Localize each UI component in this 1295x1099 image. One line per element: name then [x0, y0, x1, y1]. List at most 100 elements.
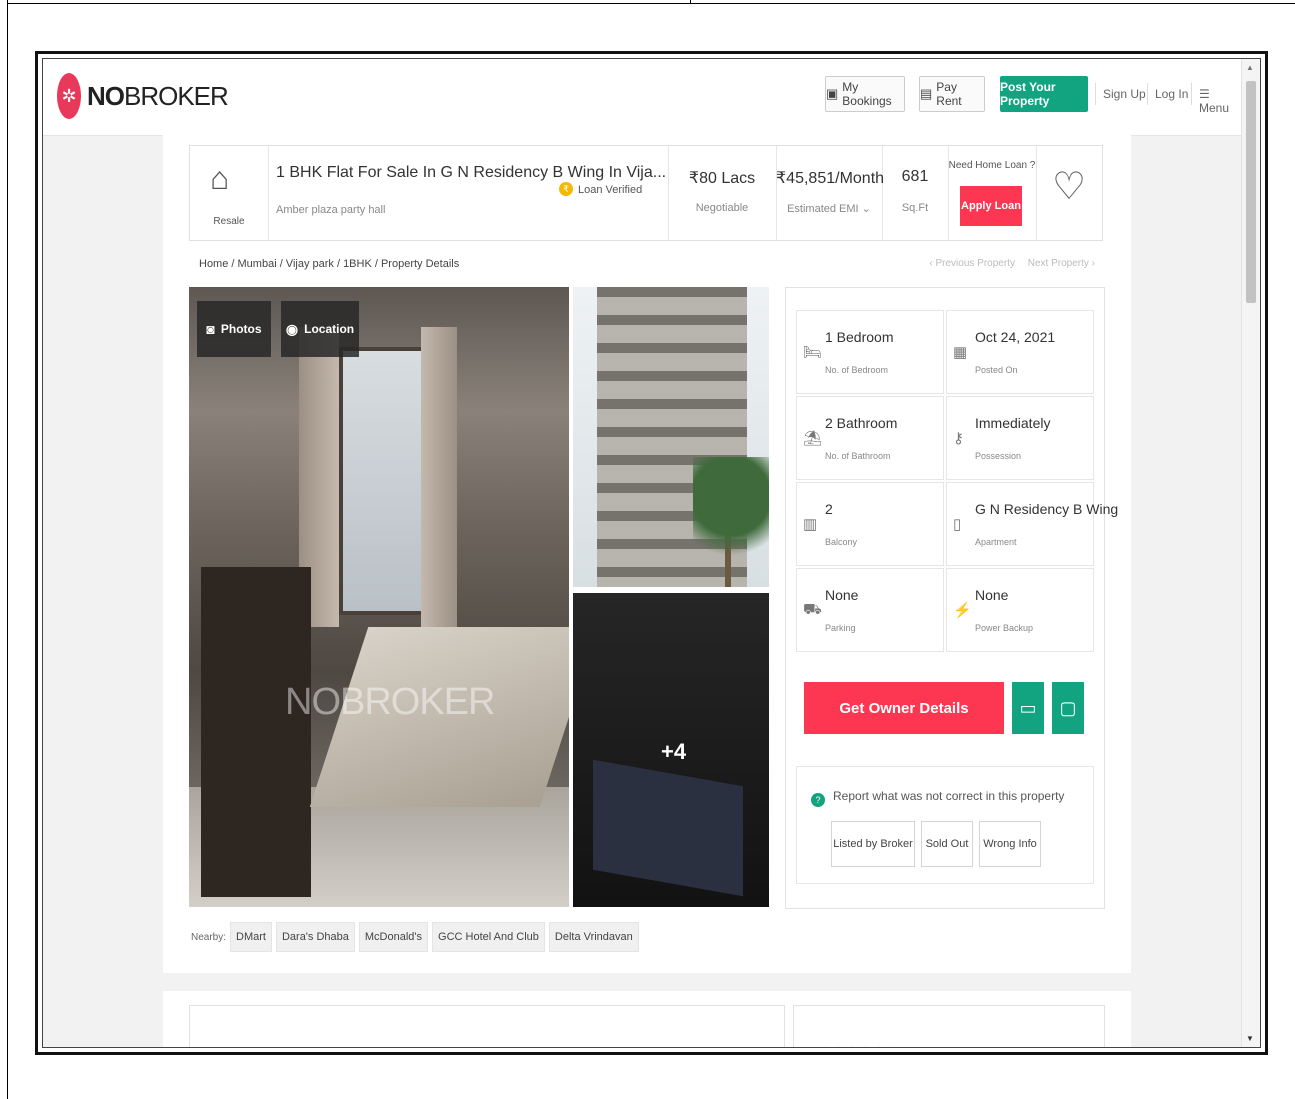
spec-power-backup: ⚡ None Power Backup — [946, 568, 1094, 652]
sold-out-button[interactable]: Sold Out — [921, 821, 973, 867]
spec-parking: ⛟ None Parking — [796, 568, 944, 652]
next-property-link[interactable]: Next Property › — [1028, 258, 1095, 269]
area-cell: 681 Sq.Ft — [882, 146, 949, 240]
compass-icon: ◉ — [285, 320, 299, 337]
document-border-left — [7, 0, 8, 1099]
info-icon: ? — [811, 793, 825, 807]
bedroom-photo[interactable]: +4 — [573, 593, 769, 907]
get-owner-details-button[interactable]: Get Owner Details — [804, 682, 1004, 734]
bath-icon: ⛱ — [803, 430, 823, 447]
spec-bedroom: 🛏 1 Bedroom No. of Bedroom — [796, 310, 944, 394]
spec-possession: ⚷ Immediately Possession — [946, 396, 1094, 480]
chat-button[interactable]: ▢ — [1052, 682, 1084, 734]
resale-badge: ⌂ Resale — [190, 146, 269, 240]
resale-label: Resale — [213, 216, 245, 227]
home-loan-cell: Need Home Loan ? Apply Loan — [948, 146, 1037, 240]
browser-viewport: ✲ NOBROKER ▣ My Bookings ▤ Pay Rent Post Y… — [42, 58, 1261, 1048]
photo-detail — [339, 347, 427, 615]
building-photo[interactable] — [573, 287, 769, 587]
scrollbar-thumb[interactable] — [1246, 81, 1256, 303]
property-header-card: ⌂ Resale 1 BHK Flat For Sale In G N Resi… — [189, 145, 1103, 241]
top-navbar: ✲ NOBROKER ▣ My Bookings ▤ Pay Rent Post Y… — [43, 59, 1242, 136]
screenshot-frame: ✲ NOBROKER ▣ My Bookings ▤ Pay Rent Post Y… — [35, 51, 1268, 1055]
chat-icon: ▢ — [1059, 697, 1077, 718]
nav-divider — [1191, 83, 1192, 105]
previous-property-link[interactable]: ‹ Previous Property — [929, 258, 1015, 269]
balcony-icon: ▥ — [803, 516, 818, 533]
sign-up-link[interactable]: Sign Up — [1103, 87, 1146, 101]
menu-button[interactable]: ☰ Menu — [1199, 87, 1242, 115]
spec-apartment: ▯ G N Residency B Wing Apartment — [946, 482, 1118, 566]
heart-icon[interactable]: ♡ — [1036, 164, 1102, 209]
power-icon: ⚡ — [953, 602, 972, 619]
area-unit: Sq.Ft — [901, 202, 929, 214]
scroll-up-arrow-icon[interactable]: ▲ — [1246, 63, 1254, 72]
price-cell: ₹80 Lacs Negotiable — [668, 146, 777, 240]
photo-detail — [593, 759, 743, 897]
post-property-button[interactable]: Post Your Property — [1000, 76, 1088, 112]
nearby-chip[interactable]: Delta Vrindavan — [548, 922, 639, 952]
section-divider — [163, 973, 1131, 991]
need-home-loan-label: Need Home Loan ? — [948, 160, 1036, 171]
nav-divider — [1095, 83, 1096, 105]
apply-loan-button[interactable]: Apply Loan — [960, 186, 1022, 226]
log-in-link[interactable]: Log In — [1155, 87, 1188, 101]
photo-detail — [201, 567, 311, 897]
main-content: ⌂ Resale 1 BHK Flat For Sale In G N Resi… — [163, 135, 1131, 1047]
document-border-top — [7, 3, 1295, 4]
scroll-down-arrow-icon[interactable]: ▼ — [1246, 1034, 1254, 1043]
card-heading-partial: . . . . . . — [824, 1040, 899, 1048]
nearby-label: Nearby: — [191, 931, 227, 943]
nearby-chip[interactable]: McDonald's — [358, 922, 429, 952]
nav-divider — [1147, 83, 1148, 105]
calendar-icon: ▦ — [953, 344, 968, 361]
listed-by-broker-button[interactable]: Listed by Broker — [831, 821, 915, 867]
breadcrumb[interactable]: Home / Mumbai / Vijay park / 1BHK / Prop… — [199, 258, 459, 270]
bed-icon: 🛏 — [803, 344, 823, 361]
key-icon: ⚷ — [953, 430, 964, 447]
car-icon: ⛟ — [803, 601, 822, 618]
my-bookings-button[interactable]: ▣ My Bookings — [825, 76, 905, 112]
emi-note[interactable]: Estimated EMI ⌄ — [776, 202, 882, 215]
bookings-icon: ▣ — [826, 86, 839, 101]
pay-rent-button[interactable]: ▤ Pay Rent — [919, 76, 985, 112]
schedule-visit-button[interactable]: ▭ — [1012, 682, 1044, 734]
report-box: ? Report what was not correct in this pr… — [796, 766, 1094, 884]
photo-detail — [693, 457, 769, 587]
price-value: ₹80 Lacs — [688, 170, 756, 187]
spec-bathroom: ⛱ 2 Bathroom No. of Bathroom — [796, 396, 944, 480]
nearby-chip[interactable]: DMart — [230, 922, 272, 952]
price-note: Negotiable — [695, 202, 749, 214]
nearby-chip[interactable]: GCC Hotel And Club — [432, 922, 545, 952]
emi-value: ₹45,851/Month — [776, 170, 885, 187]
specs-grid: 🛏 1 Bedroom No. of Bedroom ▦ Oct 24, 202… — [796, 310, 1118, 654]
side-card: . . . . . . — [793, 1005, 1105, 1048]
menu-icon: ☰ — [1199, 87, 1210, 101]
photos-button[interactable]: ◙ Photos — [197, 301, 271, 357]
house-icon: ⌂ — [210, 160, 230, 196]
property-details-card: 🛏 1 Bedroom No. of Bedroom ▦ Oct 24, 202… — [785, 287, 1118, 909]
report-text: Report what was not correct in this prop… — [833, 789, 1065, 803]
area-value: 681 — [901, 168, 929, 185]
building-icon: ▯ — [953, 516, 962, 533]
emi-cell[interactable]: ₹45,851/Month Estimated EMI ⌄ — [776, 146, 885, 240]
location-button[interactable]: ◉ Location — [281, 301, 359, 357]
more-photos-count[interactable]: +4 — [661, 739, 686, 765]
photo-watermark: NOBROKER — [285, 681, 495, 723]
document-column-divider — [690, 0, 691, 4]
vertical-scrollbar[interactable]: ▲ ▼ — [1241, 59, 1260, 1047]
nearby-chip[interactable]: Dara's Dhaba — [275, 922, 355, 952]
main-photo[interactable]: NOBROKER ◙ Photos ◉ Location — [189, 287, 569, 907]
logo-mark-icon: ✲ — [57, 73, 81, 119]
loan-verified-label: Loan Verified — [578, 184, 643, 196]
loan-verified-icon: ₹ — [559, 182, 573, 196]
nobroker-logo[interactable]: ✲ NOBROKER — [57, 73, 229, 119]
logo-text: NOBROKER — [87, 80, 229, 111]
photo-detail — [421, 327, 457, 627]
property-navigation: ‹ Previous Property Next Property › — [919, 258, 1095, 269]
property-subtitle: Amber plaza party hall — [276, 204, 386, 216]
card-icon: ▤ — [920, 86, 933, 101]
wrong-info-button[interactable]: Wrong Info — [979, 821, 1041, 867]
nearby-places: Nearby: DMart Dara's Dhaba McDonald's GC… — [191, 921, 643, 953]
property-title: 1 BHK Flat For Sale In G N Residency B W… — [276, 164, 667, 181]
